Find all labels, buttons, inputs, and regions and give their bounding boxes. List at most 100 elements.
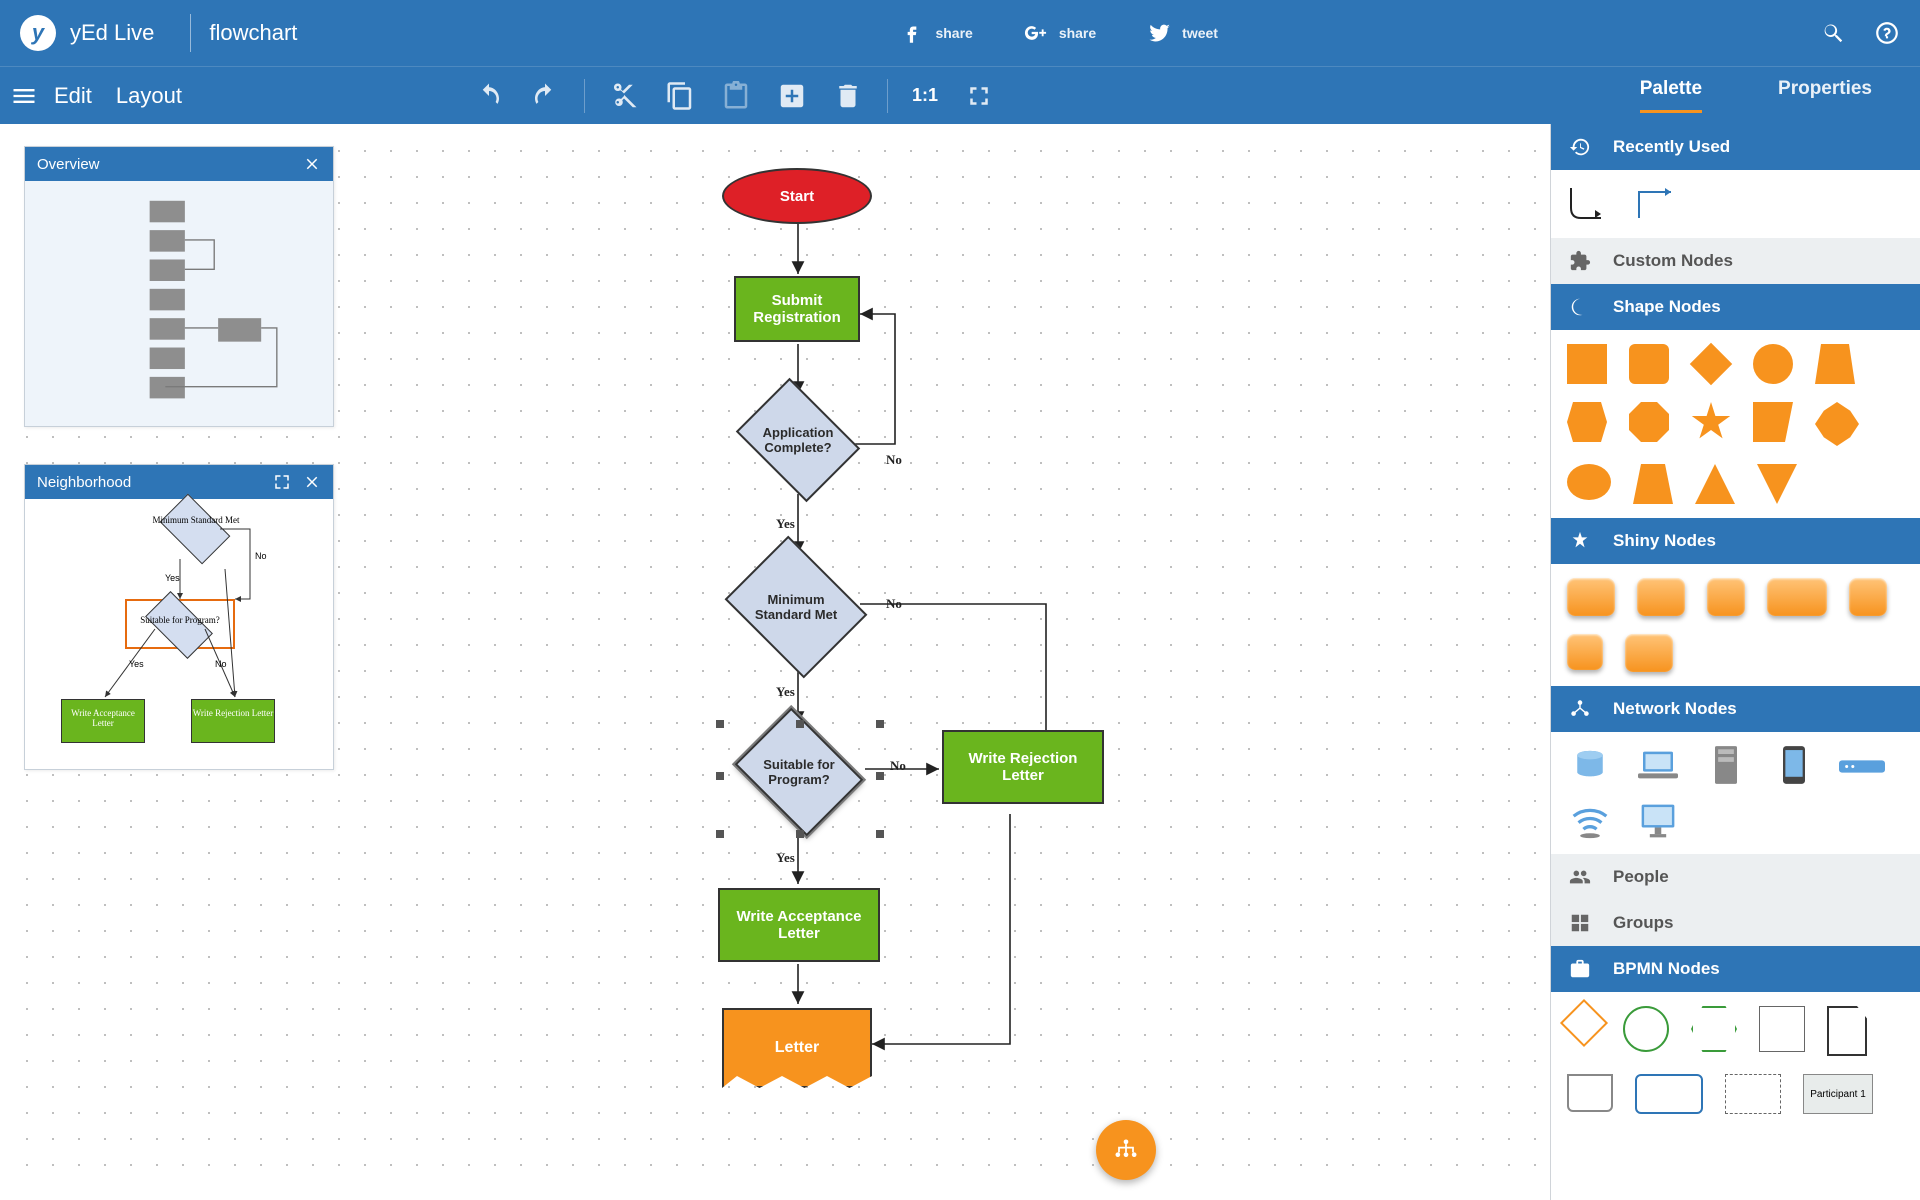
bpmn-participant[interactable]: Participant 1	[1803, 1074, 1873, 1114]
bpmn-group[interactable]	[1725, 1074, 1781, 1114]
expand-icon[interactable]	[273, 473, 291, 491]
divider	[190, 14, 191, 52]
menu-layout[interactable]: Layout	[116, 83, 182, 109]
shape-hexagon[interactable]	[1567, 402, 1607, 442]
fullscreen-icon[interactable]	[964, 81, 994, 111]
shape-ellipse[interactable]	[1567, 464, 1611, 500]
database-icon[interactable]	[1567, 746, 1613, 784]
bpmn-dataobject[interactable]	[1827, 1006, 1867, 1056]
redo-icon[interactable]	[530, 81, 560, 111]
shiny-1[interactable]	[1567, 578, 1615, 616]
googleplus-icon	[1023, 20, 1049, 46]
shape-octagon[interactable]	[1629, 402, 1669, 442]
shape-triangle[interactable]	[1695, 464, 1735, 504]
groups-icon	[1569, 912, 1591, 934]
neighborhood-panel: Neighborhood Minimum Standard Met Suitab…	[24, 464, 334, 770]
flowchart[interactable]: Start Submit Registration Application Co…	[690, 154, 1230, 1094]
copy-icon[interactable]	[665, 81, 695, 111]
bpmn-datastore[interactable]	[1567, 1074, 1613, 1112]
delete-icon[interactable]	[833, 81, 863, 111]
node-submit: Submit Registration	[734, 276, 860, 342]
cat-shape[interactable]: Shape Nodes	[1551, 284, 1920, 330]
shiny-5[interactable]	[1849, 578, 1887, 616]
cat-bpmn[interactable]: BPMN Nodes	[1551, 946, 1920, 992]
neighborhood-body[interactable]: Minimum Standard Met Suitable for Progra…	[25, 499, 333, 769]
svg-text:No: No	[255, 551, 267, 561]
arc-connector-icon[interactable]	[1567, 184, 1613, 224]
bpmn-gateway[interactable]	[1560, 999, 1608, 1047]
help-icon[interactable]	[1874, 20, 1900, 46]
zoom-fit-button[interactable]: 1:1	[904, 85, 946, 106]
shape-trapezoid2[interactable]	[1633, 464, 1673, 504]
tab-properties[interactable]: Properties	[1740, 62, 1910, 129]
twitter-icon	[1146, 20, 1172, 46]
overview-title: Overview	[37, 156, 100, 173]
cat-recent[interactable]: Recently Used	[1551, 124, 1920, 170]
document-title[interactable]: flowchart	[209, 20, 297, 46]
palette-sidebar: Recently Used Custom Nodes Shape Nodes	[1550, 124, 1920, 1200]
app-logo[interactable]: y	[20, 15, 56, 51]
bpmn-annotation[interactable]	[1759, 1006, 1805, 1052]
shape-triangle-down[interactable]	[1757, 464, 1797, 504]
shape-star5[interactable]	[1691, 402, 1731, 442]
router-icon[interactable]	[1839, 746, 1885, 784]
cat-shiny[interactable]: Shiny Nodes	[1551, 518, 1920, 564]
shiny-6[interactable]	[1567, 634, 1603, 670]
node-start: Start	[722, 168, 872, 224]
shape-trapezoid[interactable]	[1815, 344, 1855, 384]
moon-icon	[1569, 296, 1591, 318]
bpmn-task[interactable]	[1635, 1074, 1703, 1114]
shape-square[interactable]	[1567, 344, 1607, 384]
shape-diamond[interactable]	[1690, 343, 1732, 385]
server-icon[interactable]	[1703, 746, 1749, 784]
paste-icon[interactable]	[721, 81, 751, 111]
facebook-icon	[899, 20, 925, 46]
history-icon	[1569, 136, 1591, 158]
close-icon[interactable]	[303, 155, 321, 173]
sparkle-icon	[1569, 530, 1591, 552]
cat-groups[interactable]: Groups	[1551, 900, 1920, 946]
app-name: yEd Live	[70, 20, 154, 46]
shiny-3[interactable]	[1707, 578, 1745, 616]
shiny-7[interactable]	[1625, 634, 1673, 672]
people-icon	[1569, 866, 1591, 888]
shape-parallelogram[interactable]	[1753, 402, 1793, 442]
cat-people[interactable]: People	[1551, 854, 1920, 900]
close-icon[interactable]	[303, 473, 321, 491]
menu-edit[interactable]: Edit	[54, 83, 92, 109]
shape-star8[interactable]	[1815, 402, 1859, 446]
cut-icon[interactable]	[609, 81, 639, 111]
duplicate-icon[interactable]	[777, 81, 807, 111]
shape-rounded[interactable]	[1629, 344, 1669, 384]
puzzle-icon	[1569, 250, 1591, 272]
shiny-2[interactable]	[1637, 578, 1685, 616]
undo-icon[interactable]	[474, 81, 504, 111]
fab-button[interactable]	[1096, 1120, 1156, 1180]
googleplus-share-button[interactable]: share	[1023, 20, 1096, 46]
tab-palette[interactable]: Palette	[1602, 62, 1740, 129]
shiny-4[interactable]	[1767, 578, 1827, 616]
shape-circle[interactable]	[1753, 344, 1793, 384]
twitter-share-button[interactable]: tweet	[1146, 20, 1218, 46]
node-rejletter: Write Rejection Letter	[942, 730, 1104, 804]
monitor-icon[interactable]	[1635, 802, 1681, 840]
cat-network[interactable]: Network Nodes	[1551, 686, 1920, 732]
layout-icon	[1112, 1136, 1140, 1164]
phone-icon[interactable]	[1771, 746, 1817, 784]
search-icon[interactable]	[1820, 20, 1846, 46]
node-accletter: Write Acceptance Letter	[718, 888, 880, 962]
svg-text:Yes: Yes	[165, 573, 180, 583]
overview-body[interactable]	[25, 181, 333, 426]
cat-custom[interactable]: Custom Nodes	[1551, 238, 1920, 284]
network-icon	[1569, 698, 1591, 720]
bpmn-event[interactable]	[1623, 1006, 1669, 1052]
node-letter: Letter	[722, 1008, 872, 1088]
svg-text:No: No	[215, 659, 227, 669]
ortho-connector-icon[interactable]	[1635, 184, 1681, 224]
menu-icon[interactable]	[10, 82, 38, 110]
overview-panel: Overview	[24, 146, 334, 427]
bpmn-hexagon[interactable]	[1691, 1006, 1737, 1052]
laptop-icon[interactable]	[1635, 746, 1681, 784]
facebook-share-button[interactable]: share	[899, 20, 972, 46]
wifi-icon[interactable]	[1567, 802, 1613, 840]
